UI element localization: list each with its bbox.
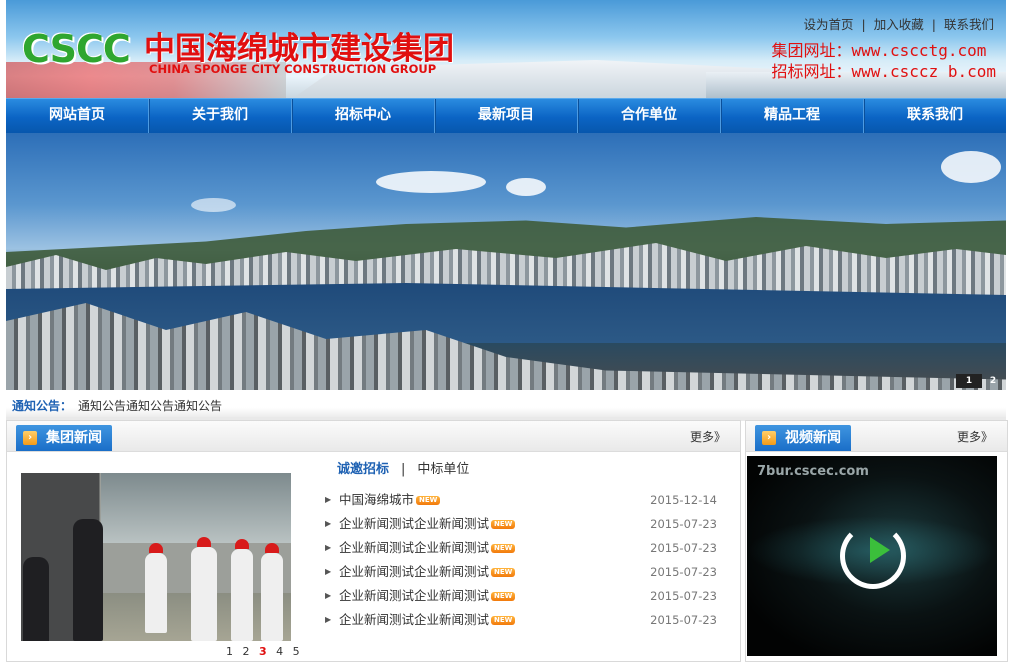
news-item-date: 2015-07-23 xyxy=(650,517,717,531)
nav-item-partners[interactable]: 合作单位 xyxy=(578,99,721,133)
banner-page-2[interactable]: 2 xyxy=(982,374,1004,388)
group-news-title: › 集团新闻 xyxy=(16,425,112,451)
bullet-arrow-icon: ▶ xyxy=(325,591,332,600)
notice-bar: 通知公告： 通知公告通知公告通知公告 xyxy=(6,393,1006,421)
group-news-title-text: 集团新闻 xyxy=(46,430,102,446)
photo-hardhat xyxy=(197,537,211,547)
video-news-panel: › 视频新闻 更多》 7bur.cscec.com xyxy=(745,420,1008,662)
news-item-date: 2015-07-23 xyxy=(650,613,717,627)
news-item-date: 2015-12-14 xyxy=(650,493,717,507)
group-news-panel: › 集团新闻 更多》 1 2 3 4 5 诚邀招标 | 中标单位 ▶ 中国海绵城市 N… xyxy=(6,420,741,662)
nav-item-contact[interactable]: 联系我们 xyxy=(864,99,1006,133)
subtab-separator: | xyxy=(401,462,406,477)
banner-cloud xyxy=(506,178,546,196)
add-favorite-link[interactable]: 加入收藏 xyxy=(874,17,924,32)
bullet-arrow-icon: ▶ xyxy=(325,519,332,528)
main-nav: 网站首页 关于我们 招标中心 最新项目 合作单位 精品工程 联系我们 xyxy=(6,98,1006,133)
video-news-header: › 视频新闻 更多》 xyxy=(746,421,1007,452)
photo-hardhat xyxy=(235,539,249,549)
bullet-arrow-icon: ▶ xyxy=(325,495,332,504)
play-icon[interactable] xyxy=(870,537,890,563)
news-item-title[interactable]: 中国海绵城市 xyxy=(339,492,414,507)
photo-pager-next-pages[interactable]: 4 5 xyxy=(270,645,303,658)
nav-item-about[interactable]: 关于我们 xyxy=(149,99,292,133)
news-title-icon: › xyxy=(23,431,37,445)
contact-us-top-link[interactable]: 联系我们 xyxy=(944,17,994,32)
new-badge-icon: NEW xyxy=(491,616,516,625)
top-link-separator: | xyxy=(931,17,936,32)
news-item-title[interactable]: 企业新闻测试企业新闻测试 xyxy=(339,564,489,579)
video-watermark: 7bur.cscec.com xyxy=(757,464,869,479)
new-badge-icon: NEW xyxy=(491,520,516,529)
new-badge-icon: NEW xyxy=(491,592,516,601)
banner-page-1[interactable]: 1 xyxy=(956,374,982,388)
video-news-title-text: 视频新闻 xyxy=(785,430,841,446)
new-badge-icon: NEW xyxy=(416,496,441,505)
site-header: CSCC 中国海绵城市建设集团 CHINA SPONGE CITY CONSTR… xyxy=(6,0,1006,98)
top-links: 设为首页 | 加入收藏 | 联系我们 xyxy=(804,14,994,33)
news-item-title[interactable]: 企业新闻测试企业新闻测试 xyxy=(339,612,489,627)
banner-pager: 1 2 xyxy=(956,374,1004,388)
news-item-date: 2015-07-23 xyxy=(650,565,717,579)
news-list-item[interactable]: ▶ 企业新闻测试企业新闻测试 NEW 2015-07-23 xyxy=(325,560,717,584)
photo-pager-prev-pages[interactable]: 1 2 xyxy=(226,645,259,658)
notice-label: 通知公告： xyxy=(12,399,73,413)
top-link-separator: | xyxy=(861,17,866,32)
photo-hardhat xyxy=(265,543,279,553)
photo-pager[interactable]: 1 2 3 4 5 xyxy=(226,645,303,658)
nav-item-projects[interactable]: 最新项目 xyxy=(435,99,578,133)
logo-abbreviation[interactable]: CSCC xyxy=(22,27,131,71)
logo-english-name: CHINA SPONGE CITY CONSTRUCTION GROUP xyxy=(149,62,437,76)
video-title-icon: › xyxy=(762,431,776,445)
photo-factory-ceiling xyxy=(101,473,291,543)
group-news-header: › 集团新闻 更多》 xyxy=(7,421,740,452)
group-site-url[interactable]: 集团网址：www.cscctg.com xyxy=(772,40,997,61)
photo-pager-active-page[interactable]: 3 xyxy=(259,645,270,658)
news-item-title[interactable]: 企业新闻测试企业新闻测试 xyxy=(339,540,489,555)
nav-item-quality-works[interactable]: 精品工程 xyxy=(721,99,864,133)
bidding-site-url[interactable]: 招标网址：www.csccz b.com xyxy=(772,61,997,82)
new-badge-icon: NEW xyxy=(491,568,516,577)
news-photo[interactable] xyxy=(21,473,291,641)
photo-person xyxy=(191,547,217,641)
photo-person xyxy=(23,557,49,641)
subtab-invite-bid[interactable]: 诚邀招标 xyxy=(337,462,389,477)
banner-cloud xyxy=(941,151,1001,183)
news-item-date: 2015-07-23 xyxy=(650,589,717,603)
video-news-title: › 视频新闻 xyxy=(755,425,851,451)
news-list-item[interactable]: ▶ 中国海绵城市 NEW 2015-12-14 xyxy=(325,488,717,512)
news-subtabs: 诚邀招标 | 中标单位 xyxy=(337,458,469,477)
group-news-more-link[interactable]: 更多》 xyxy=(690,428,726,445)
news-list-item[interactable]: ▶ 企业新闻测试企业新闻测试 NEW 2015-07-23 xyxy=(325,584,717,608)
hero-banner[interactable]: 1 2 xyxy=(6,133,1006,390)
notice-text[interactable]: 通知公告通知公告通知公告 xyxy=(78,397,222,414)
banner-cloud xyxy=(376,171,486,193)
photo-person xyxy=(73,519,103,641)
news-list-item[interactable]: ▶ 企业新闻测试企业新闻测试 NEW 2015-07-23 xyxy=(325,536,717,560)
news-item-title[interactable]: 企业新闻测试企业新闻测试 xyxy=(339,588,489,603)
video-news-more-link[interactable]: 更多》 xyxy=(957,428,993,445)
news-list-item[interactable]: ▶ 企业新闻测试企业新闻测试 NEW 2015-07-23 xyxy=(325,512,717,536)
news-item-date: 2015-07-23 xyxy=(650,541,717,555)
new-badge-icon: NEW xyxy=(491,544,516,553)
site-url-lines: 集团网址：www.cscctg.com 招标网址：www.csccz b.com xyxy=(772,40,997,82)
bullet-arrow-icon: ▶ xyxy=(325,567,332,576)
set-homepage-link[interactable]: 设为首页 xyxy=(804,17,854,32)
photo-person xyxy=(261,553,283,641)
subtab-winning-units[interactable]: 中标单位 xyxy=(417,462,469,477)
bullet-arrow-icon: ▶ xyxy=(325,543,332,552)
banner-cloud xyxy=(191,198,236,212)
video-player[interactable]: 7bur.cscec.com xyxy=(747,456,997,656)
photo-person xyxy=(231,549,253,641)
bullet-arrow-icon: ▶ xyxy=(325,615,332,624)
photo-person xyxy=(145,553,167,633)
nav-item-home[interactable]: 网站首页 xyxy=(6,99,149,133)
nav-item-bidding[interactable]: 招标中心 xyxy=(292,99,435,133)
news-list: ▶ 中国海绵城市 NEW 2015-12-14 ▶ 企业新闻测试企业新闻测试 NEW… xyxy=(325,488,717,632)
news-list-item[interactable]: ▶ 企业新闻测试企业新闻测试 NEW 2015-07-23 xyxy=(325,608,717,632)
news-item-title[interactable]: 企业新闻测试企业新闻测试 xyxy=(339,516,489,531)
photo-hardhat xyxy=(149,543,163,553)
